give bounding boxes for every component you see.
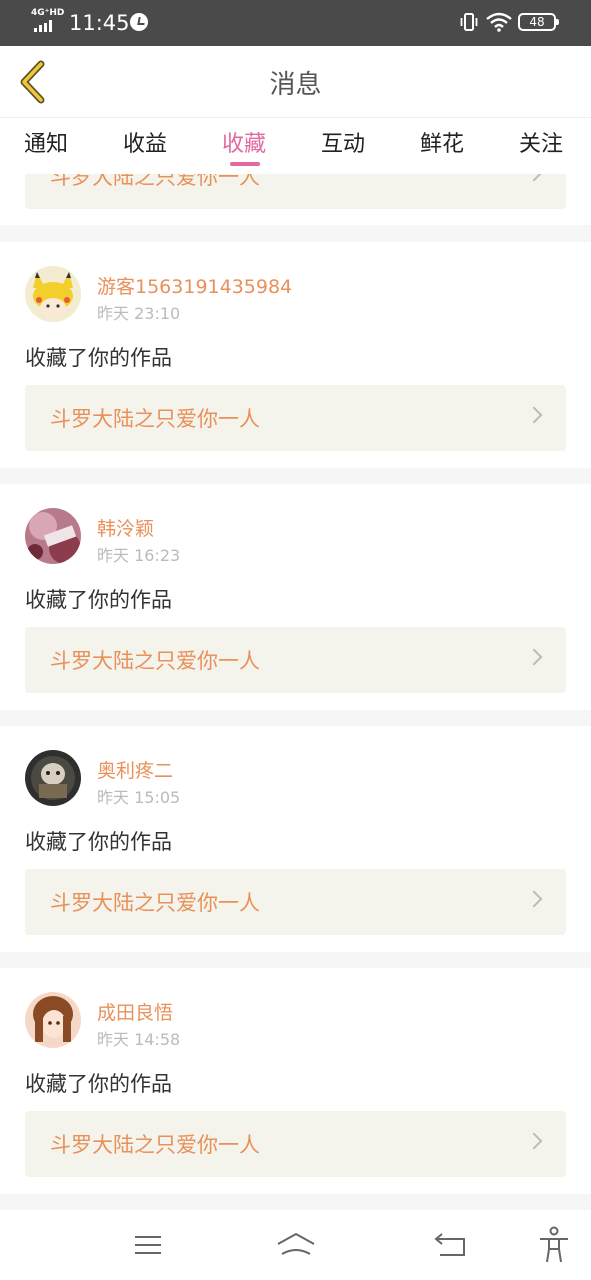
chevron-right-icon <box>525 648 543 666</box>
pikachu-avatar-image <box>25 266 81 322</box>
action-text: 收藏了你的作品 <box>25 830 172 854</box>
system-nav-bar <box>0 1210 591 1280</box>
avatar[interactable] <box>25 266 81 322</box>
notification-card: 游客1563191435984 昨天 23:10 收藏了你的作品 斗罗大陆之只爱… <box>0 242 591 468</box>
action-text: 收藏了你的作品 <box>25 1072 172 1096</box>
active-tab-indicator <box>230 162 260 166</box>
notification-card: 成田良悟 昨天 14:58 收藏了你的作品 斗罗大陆之只爱你一人 <box>0 968 591 1194</box>
status-bar: 4G⁺HD 11:45 48 <box>0 0 591 46</box>
avatar[interactable] <box>25 508 81 564</box>
work-link[interactable]: 斗罗大陆之只爱你一人 <box>25 869 566 935</box>
work-title: 斗罗大陆之只爱你一人 <box>50 891 260 915</box>
notification-feed[interactable]: 斗罗大陆之只爱你一人 游客1563191435984 昨天 23:10 收藏了你… <box>0 174 591 1210</box>
work-link[interactable]: 斗罗大陆之只爱你一人 <box>25 174 566 209</box>
username[interactable]: 游客1563191435984 <box>97 272 292 299</box>
avatar[interactable] <box>25 992 81 1048</box>
timestamp: 昨天 16:23 <box>97 546 181 565</box>
username[interactable]: 奥利疼二 <box>97 756 173 783</box>
tab-bar: 通知 收益 收藏 互动 鲜花 关注 <box>0 118 591 174</box>
work-title: 斗罗大陆之只爱你一人 <box>50 1133 260 1157</box>
notification-card: 斗罗大陆之只爱你一人 <box>0 174 591 225</box>
chevron-right-icon <box>525 890 543 908</box>
action-text: 收藏了你的作品 <box>25 588 172 612</box>
alarm-icon <box>130 13 148 31</box>
network-type: 4G⁺HD <box>31 8 65 18</box>
chevron-right-icon <box>525 174 543 182</box>
avatar[interactable] <box>25 750 81 806</box>
work-link[interactable]: 斗罗大陆之只爱你一人 <box>25 1111 566 1177</box>
username[interactable]: 韩泠颖 <box>97 514 154 541</box>
timestamp: 昨天 14:58 <box>97 1030 181 1049</box>
notification-card: 奥利疼二 昨天 15:05 收藏了你的作品 斗罗大陆之只爱你一人 <box>0 726 591 952</box>
work-title: 斗罗大陆之只爱你一人 <box>50 649 260 673</box>
chevron-right-icon <box>525 406 543 424</box>
tab-follows[interactable]: 关注 <box>519 126 563 170</box>
page-title: 消息 <box>269 70 322 100</box>
battery-icon: 48 <box>518 13 559 31</box>
signal-icon <box>34 20 52 32</box>
work-title: 斗罗大陆之只爱你一人 <box>50 407 260 431</box>
tab-earnings[interactable]: 收益 <box>123 126 167 170</box>
tab-flowers[interactable]: 鲜花 <box>420 126 464 170</box>
avatar-image <box>25 508 81 564</box>
work-title: 斗罗大陆之只爱你一人 <box>50 174 260 189</box>
status-time: 11:45 <box>69 11 130 35</box>
wifi-icon <box>486 12 512 32</box>
tab-notifications[interactable]: 通知 <box>24 126 68 170</box>
username[interactable]: 成田良悟 <box>97 998 173 1025</box>
vibrate-icon <box>460 13 478 31</box>
avatar-image <box>25 750 81 806</box>
menu-icon[interactable] <box>128 1230 168 1260</box>
tab-interactions[interactable]: 互动 <box>321 126 365 170</box>
timestamp: 昨天 23:10 <box>97 304 181 323</box>
accessibility-icon[interactable] <box>534 1225 574 1265</box>
notification-card: 韩泠颖 昨天 16:23 收藏了你的作品 斗罗大陆之只爱你一人 <box>0 484 591 710</box>
chevron-right-icon <box>525 1132 543 1150</box>
timestamp: 昨天 15:05 <box>97 788 181 807</box>
avatar-image <box>25 992 81 1048</box>
back-icon[interactable] <box>430 1230 470 1260</box>
header: 消息 <box>0 46 591 118</box>
work-link[interactable]: 斗罗大陆之只爱你一人 <box>25 627 566 693</box>
action-text: 收藏了你的作品 <box>25 346 172 370</box>
work-link[interactable]: 斗罗大陆之只爱你一人 <box>25 385 566 451</box>
home-icon[interactable] <box>276 1230 316 1260</box>
